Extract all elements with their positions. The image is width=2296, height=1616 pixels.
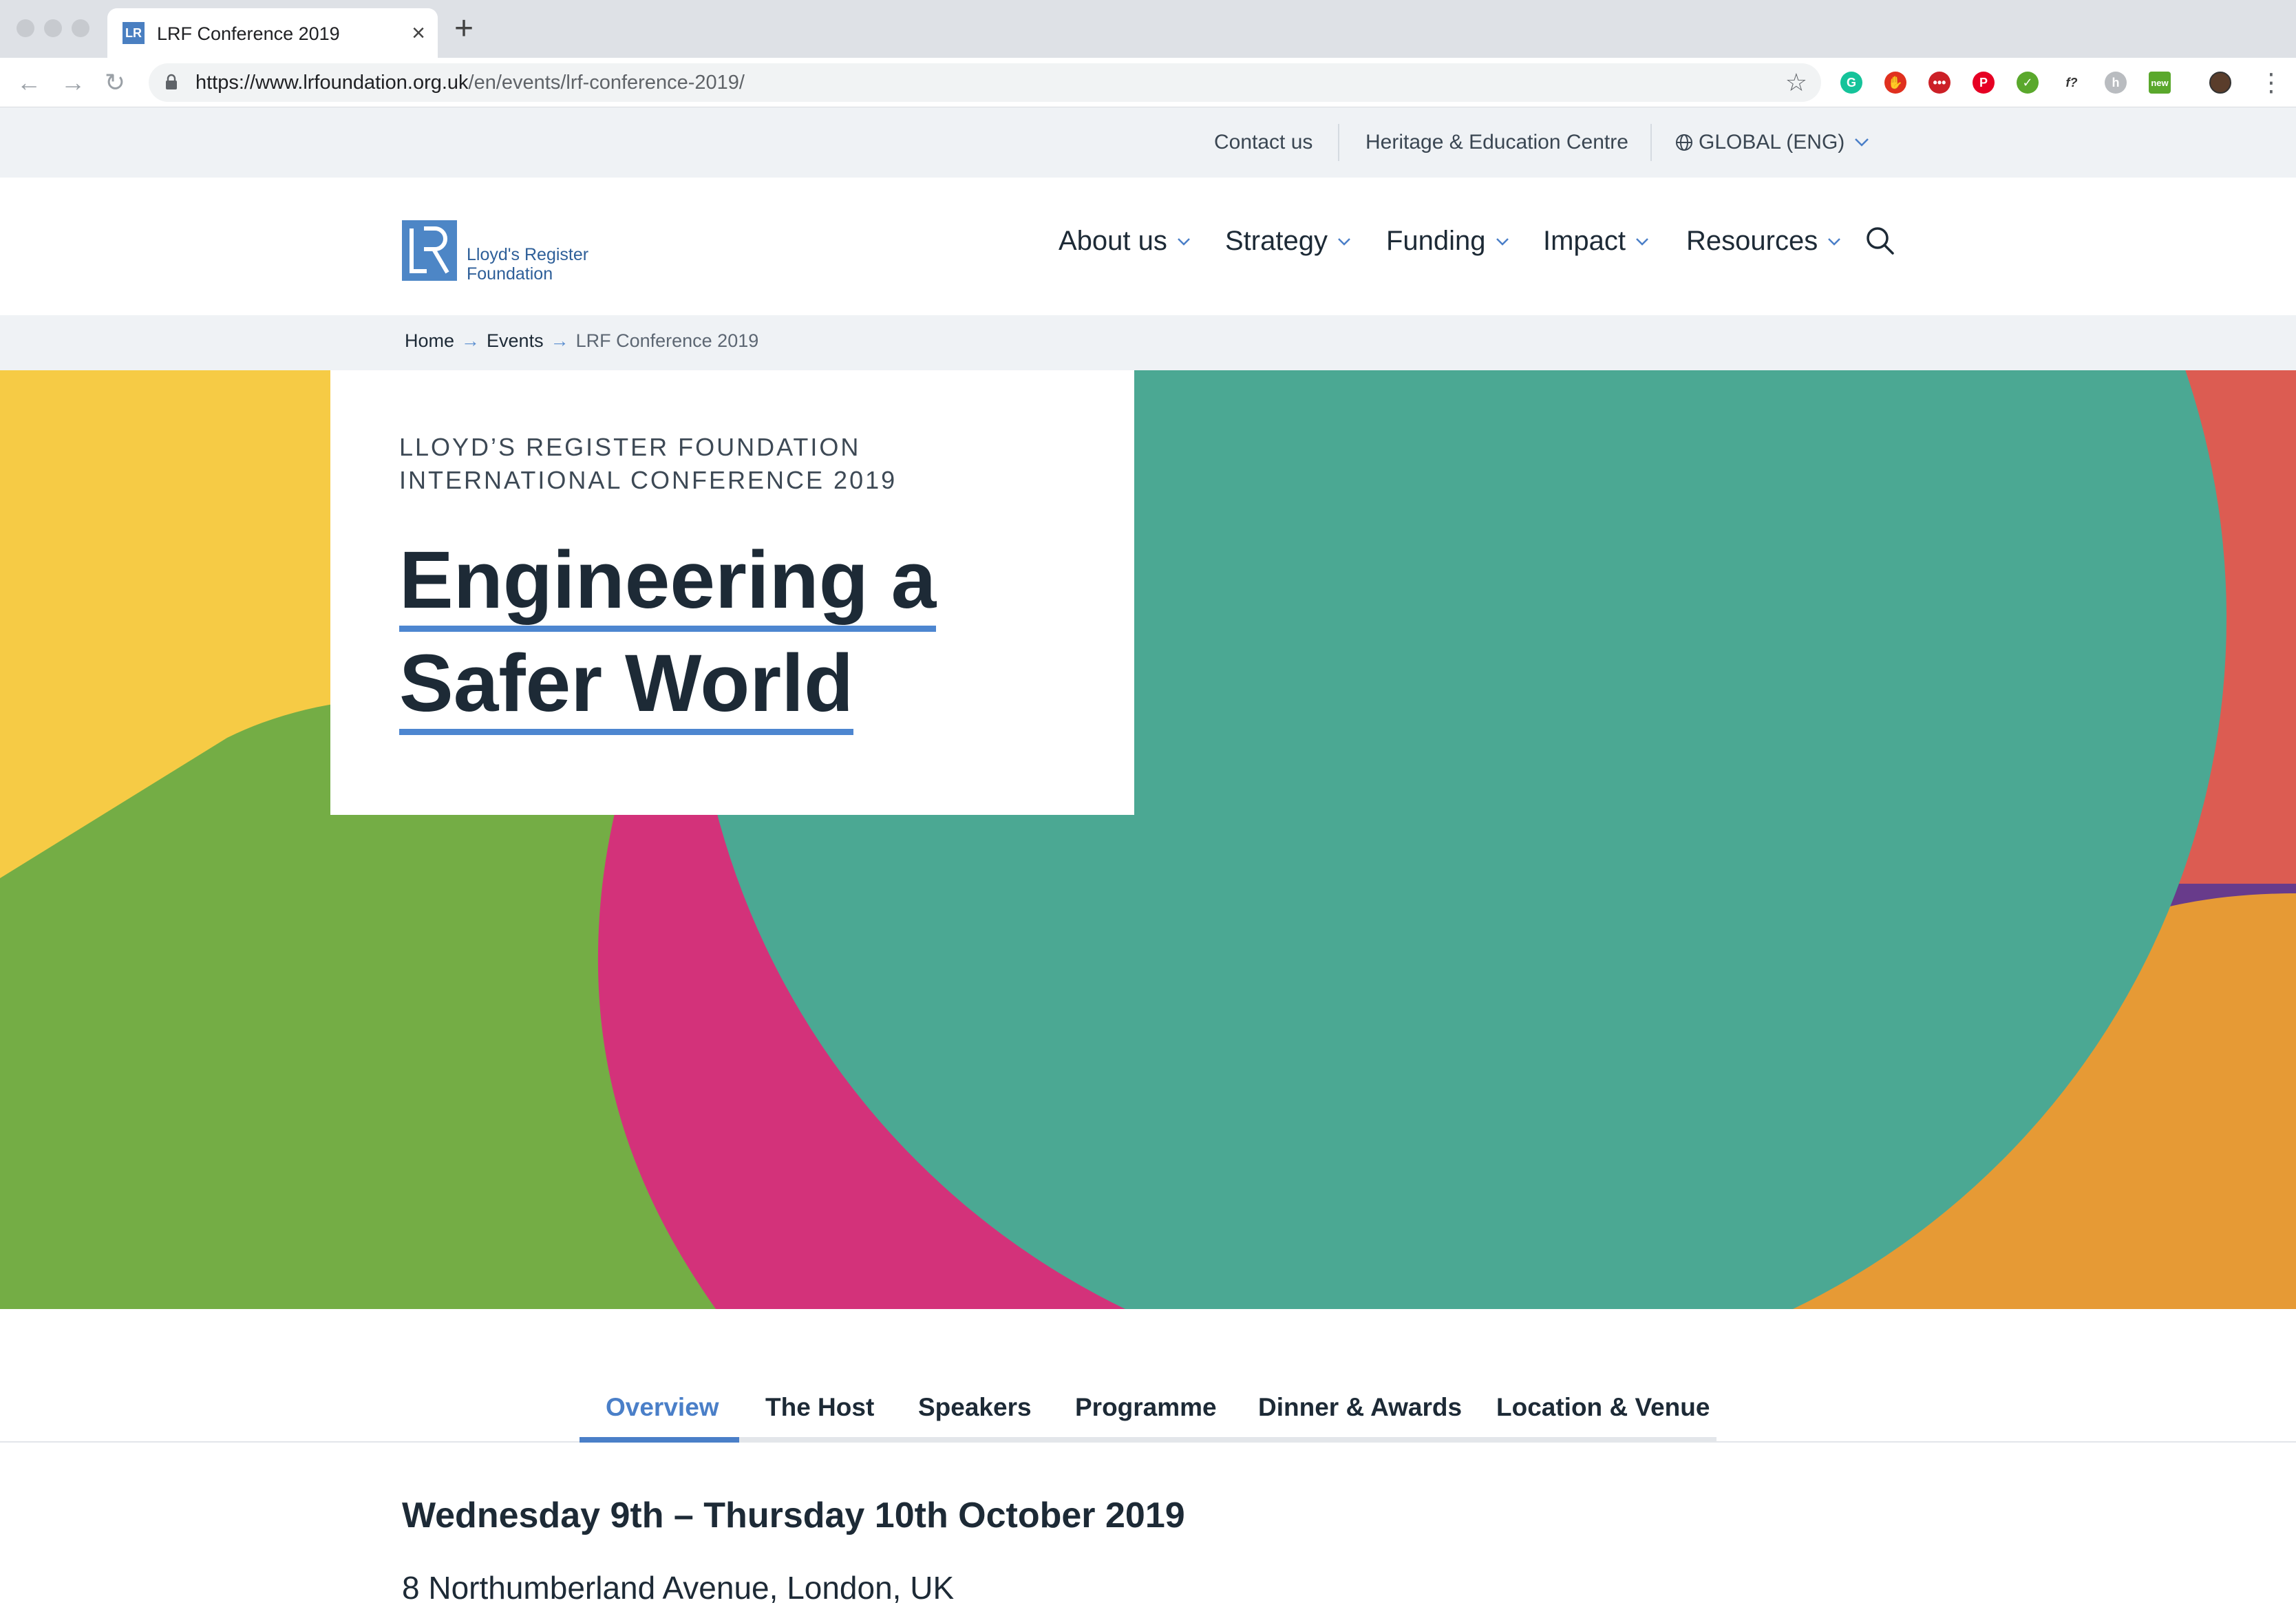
window-minimize-dot[interactable] [44,19,62,37]
breadcrumb-arrow-icon: → [461,330,480,351]
hero-kicker: Lloyd’s Register Foundation Internationa… [399,433,897,494]
browser-tab-bar: LR LRF Conference 2019 × + [0,0,2296,58]
tab-dinner-awards[interactable]: Dinner & Awards [1258,1393,1462,1422]
window-zoom-dot[interactable] [72,19,89,37]
browser-toolbar: ← → ↻ https://www.lrfoundation.org.uk/en… [0,58,2296,107]
heritage-link[interactable]: Heritage & Education Centre [1365,131,1628,154]
region-label: GLOBAL (ENG) [1699,131,1845,153]
nav-label: Strategy [1225,226,1328,256]
grammarly-icon[interactable]: G [1840,72,1862,94]
ublock-icon[interactable]: ✋ [1884,72,1906,94]
nav-resources[interactable]: Resources [1686,226,1841,257]
chevron-down-icon [1636,237,1648,246]
window-close-dot[interactable] [17,19,34,37]
tab-title: LRF Conference 2019 [157,23,340,44]
profile-avatar[interactable] [2209,72,2231,94]
tabs-track [580,1437,1716,1443]
pinterest-icon[interactable]: P [1973,72,1995,94]
tab-overview[interactable]: Overview [606,1393,719,1422]
region-selector[interactable]: GLOBAL (ENG) [1675,131,1869,154]
logo-line-2: Foundation [467,264,553,284]
hero-title-line-2: Safer World [399,638,854,735]
utility-divider [1338,124,1339,161]
breadcrumb-current: LRF Conference 2019 [575,330,759,351]
breadcrumb-events[interactable]: Events [487,330,544,352]
nav-label: Resources [1686,226,1818,256]
new-tab-plus-icon[interactable]: + [454,12,474,45]
globe-icon [1676,134,1692,151]
tab-programme[interactable]: Programme [1075,1393,1217,1422]
lock-icon [166,74,177,89]
logo-line-1: Lloyd's Register [467,245,589,264]
breadcrumb-bar: Home → Events → LRF Conference 2019 [0,315,2296,370]
url-text: https://www.lrfoundation.org.uk/en/event… [195,72,745,94]
nav-strategy[interactable]: Strategy [1225,226,1351,257]
chevron-down-icon [1496,237,1509,246]
tab-close-icon[interactable]: × [412,19,425,47]
tab-the-host[interactable]: The Host [765,1393,874,1422]
check-icon[interactable]: ✓ [2017,72,2039,94]
event-date: Wednesday 9th – Thursday 10th October 20… [402,1496,1185,1535]
tab-speakers[interactable]: Speakers [918,1393,1032,1422]
forward-arrow-icon[interactable]: → [61,67,85,98]
logo-wordmark: Lloyd's Register Foundation [467,245,588,284]
hero-title: Engineering a Safer World [399,529,1087,735]
utility-divider [1650,124,1652,161]
breadcrumb: Home → Events → LRF Conference 2019 [405,330,758,352]
nav-impact[interactable]: Impact [1543,226,1649,257]
event-location: 8 Northumberland Avenue, London, UK [402,1570,955,1606]
utility-bar: Contact us Heritage & Education Centre G… [0,107,2296,178]
breadcrumb-home[interactable]: Home [405,330,454,352]
bookmark-star-icon[interactable]: ☆ [1785,68,1807,97]
browser-tab-active[interactable]: LR LRF Conference 2019 × [107,8,438,58]
hero-title-line-1: Engineering a [399,535,937,632]
tab-location-venue[interactable]: Location & Venue [1496,1393,1710,1422]
page-tabs: Overview The Host Speakers Programme Din… [0,1370,2296,1443]
lr-favicon-icon: LR [123,22,145,44]
site-header: Lloyd's Register Foundation About us Str… [0,178,2296,315]
breadcrumb-arrow-icon: → [550,330,569,351]
new-extension-icon[interactable]: new [2149,72,2171,94]
whatfont-icon[interactable]: f? [2061,72,2083,94]
address-bar[interactable]: https://www.lrfoundation.org.uk/en/event… [149,63,1821,102]
chevron-down-icon [1178,237,1190,246]
lr-logo-icon [402,220,457,281]
chevron-down-icon [1828,237,1841,246]
browser-window: LR LRF Conference 2019 × + ← → ↻ https:/… [0,0,2296,1616]
browser-menu-icon[interactable]: ⋮ [2259,67,2284,98]
nav-label: About us [1059,226,1167,256]
extension-gray-icon[interactable]: h [2105,72,2127,94]
chevron-down-icon [1855,138,1869,147]
back-arrow-icon[interactable]: ← [17,67,41,98]
search-icon[interactable] [1865,226,1895,256]
lastpass-icon[interactable]: ••• [1928,72,1950,94]
reload-icon[interactable]: ↻ [105,67,125,98]
chevron-down-icon [1338,237,1350,246]
nav-funding[interactable]: Funding [1386,226,1509,257]
hero-card: Lloyd’s Register Foundation Internationa… [330,370,1134,815]
active-tab-indicator [580,1437,739,1443]
nav-label: Funding [1386,226,1486,256]
contact-us-link[interactable]: Contact us [1214,131,1312,154]
nav-about-us[interactable]: About us [1059,226,1191,257]
nav-label: Impact [1543,226,1626,256]
